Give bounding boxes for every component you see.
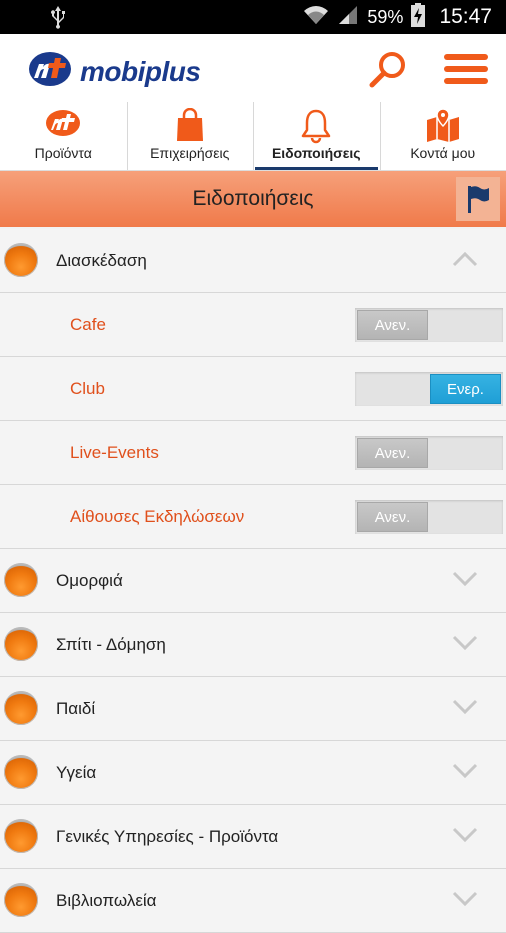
category-row-beauty[interactable]: Ομορφιά bbox=[0, 549, 506, 613]
menu-button[interactable] bbox=[444, 52, 488, 86]
category-label: Υγεία bbox=[56, 763, 96, 783]
chevron-down-icon bbox=[452, 570, 478, 593]
section-header: Ειδοποιήσεις bbox=[0, 171, 506, 227]
category-row-home-construction[interactable]: Σπίτι - Δόμηση bbox=[0, 613, 506, 677]
search-button[interactable] bbox=[368, 50, 408, 90]
subcategory-label: Αίθουσες Εκδηλώσεων bbox=[70, 507, 244, 527]
search-icon bbox=[368, 50, 408, 90]
mobiplus-logo-icon bbox=[28, 50, 76, 93]
category-orb-icon bbox=[4, 691, 38, 725]
chevron-down-icon bbox=[452, 698, 478, 721]
tab-nearby[interactable]: Κοντά μου bbox=[380, 102, 506, 170]
tab-label: Κοντά μου bbox=[410, 145, 475, 161]
chevron-down-icon bbox=[452, 826, 478, 849]
toggle-knob: Ανεν. bbox=[357, 438, 428, 468]
signal-icon bbox=[337, 4, 359, 31]
category-orb-icon bbox=[4, 883, 38, 917]
category-row-health[interactable]: Υγεία bbox=[0, 741, 506, 805]
hamburger-menu-icon bbox=[444, 52, 488, 86]
notification-toggle-club[interactable]: Ενερ. bbox=[355, 372, 503, 406]
wifi-icon bbox=[303, 4, 329, 31]
category-orb-icon bbox=[4, 243, 38, 277]
usb-icon bbox=[48, 5, 68, 34]
flag-icon bbox=[465, 184, 491, 214]
category-row-entertainment[interactable]: Διασκέδαση bbox=[0, 229, 506, 293]
subcategory-label: Live-Events bbox=[70, 443, 159, 463]
bell-icon bbox=[299, 108, 333, 147]
category-label: Σπίτι - Δόμηση bbox=[56, 635, 166, 655]
subcategory-row-club: Club Ενερ. bbox=[0, 357, 506, 421]
toggle-knob: Ενερ. bbox=[430, 374, 501, 404]
flag-button[interactable] bbox=[456, 177, 500, 221]
status-bar: 59% 15:47 bbox=[0, 0, 506, 34]
category-label: Ομορφιά bbox=[56, 571, 123, 591]
notification-toggle-event-halls[interactable]: Ανεν. bbox=[355, 500, 503, 534]
tab-label: Επιχειρήσεις bbox=[150, 145, 229, 161]
tab-businesses[interactable]: Επιχειρήσεις bbox=[127, 102, 254, 170]
notification-toggle-cafe[interactable]: Ανεν. bbox=[355, 308, 503, 342]
tab-notifications[interactable]: Ειδοποιήσεις bbox=[253, 102, 380, 170]
category-label: Διασκέδαση bbox=[56, 251, 147, 271]
toggle-knob: Ανεν. bbox=[357, 502, 428, 532]
category-orb-icon bbox=[4, 627, 38, 661]
category-label: Βιβλιοπωλεία bbox=[56, 891, 157, 911]
subcategory-row-cafe: Cafe Ανεν. bbox=[0, 293, 506, 357]
tab-label: Ειδοποιήσεις bbox=[272, 145, 361, 161]
chevron-down-icon bbox=[452, 890, 478, 913]
mobiplus-logo-icon bbox=[44, 108, 82, 141]
category-label: Παιδί bbox=[56, 699, 95, 719]
chevron-up-icon bbox=[452, 250, 478, 273]
chevron-down-icon bbox=[452, 634, 478, 657]
subcategory-label: Cafe bbox=[70, 315, 106, 335]
logo-text: mobiplus bbox=[80, 56, 200, 88]
clock: 15:47 bbox=[439, 5, 492, 29]
category-orb-icon bbox=[4, 755, 38, 789]
toggle-knob: Ανεν. bbox=[357, 310, 428, 340]
category-orb-icon bbox=[4, 819, 38, 853]
battery-charging-icon bbox=[411, 3, 425, 32]
tab-label: Προϊόντα bbox=[35, 145, 92, 161]
mobiplus-logo[interactable]: mobiplus bbox=[28, 50, 200, 93]
main-tabs: Προϊόντα Επιχειρήσεις Ειδοποιήσεις bbox=[0, 102, 506, 171]
category-label: Γενικές Υπηρεσίες - Προϊόντα bbox=[56, 827, 278, 847]
subcategory-label: Club bbox=[70, 379, 105, 399]
section-title: Ειδοποιήσεις bbox=[192, 187, 313, 211]
category-orb-icon bbox=[4, 563, 38, 597]
chevron-down-icon bbox=[452, 762, 478, 785]
tab-products[interactable]: Προϊόντα bbox=[0, 102, 127, 170]
subcategory-row-event-halls: Αίθουσες Εκδηλώσεων Ανεν. bbox=[0, 485, 506, 549]
subcategory-row-live-events: Live-Events Ανεν. bbox=[0, 421, 506, 485]
battery-percent: 59% bbox=[367, 7, 403, 28]
app-header: mobiplus bbox=[0, 34, 506, 102]
category-row-general-services[interactable]: Γενικές Υπηρεσίες - Προϊόντα bbox=[0, 805, 506, 869]
notification-toggle-live-events[interactable]: Ανεν. bbox=[355, 436, 503, 470]
category-list: Διασκέδαση Cafe Ανεν. Club Ενερ. Live-Ev… bbox=[0, 229, 506, 933]
map-pin-icon bbox=[425, 108, 461, 145]
shopping-bag-icon bbox=[175, 108, 205, 145]
category-row-bookstores[interactable]: Βιβλιοπωλεία bbox=[0, 869, 506, 933]
category-row-child[interactable]: Παιδί bbox=[0, 677, 506, 741]
